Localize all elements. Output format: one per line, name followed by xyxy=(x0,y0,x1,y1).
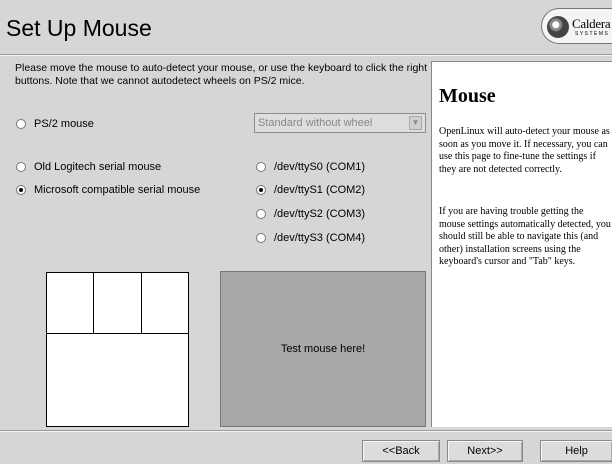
radio-microsoft-serial[interactable]: Microsoft compatible serial mouse xyxy=(16,184,200,196)
radio-button-icon[interactable] xyxy=(16,119,26,129)
radio-button-icon[interactable] xyxy=(256,209,266,219)
radio-label: Microsoft compatible serial mouse xyxy=(34,184,201,196)
radio-button-icon[interactable] xyxy=(16,162,26,172)
mouse-body xyxy=(47,334,188,426)
radio-button-icon[interactable] xyxy=(256,185,266,195)
radio-port-com3[interactable]: /dev/ttyS2 (COM3) xyxy=(256,208,365,220)
footer-divider xyxy=(0,430,612,432)
radio-label: /dev/ttyS3 (COM4) xyxy=(274,232,366,244)
instruction-text: Please move the mouse to auto-detect you… xyxy=(15,62,428,87)
header: Set Up Mouse Caldera SYSTEMS xyxy=(0,0,612,54)
help-title: Mouse xyxy=(439,85,496,107)
header-divider xyxy=(0,54,612,56)
radio-ps2-mouse[interactable]: PS/2 mouse xyxy=(16,118,94,130)
radio-port-com1[interactable]: /dev/ttyS0 (COM1) xyxy=(256,161,365,173)
logo-subtitle: SYSTEMS xyxy=(575,31,610,37)
help-paragraph-2: If you are having trouble getting the mo… xyxy=(439,206,611,267)
radio-label: /dev/ttyS0 (COM1) xyxy=(274,161,366,173)
help-button[interactable]: Help xyxy=(540,440,612,462)
radio-label: PS/2 mouse xyxy=(34,118,94,130)
radio-button-icon[interactable] xyxy=(256,162,266,172)
radio-port-com2[interactable]: /dev/ttyS1 (COM2) xyxy=(256,184,365,196)
radio-logitech-serial[interactable]: Old Logitech serial mouse xyxy=(16,161,161,173)
mouse-diagram xyxy=(46,272,189,427)
chevron-down-icon[interactable]: ▼ xyxy=(409,116,422,130)
radio-label: /dev/ttyS1 (COM2) xyxy=(274,184,366,196)
mouse-middle-button xyxy=(94,273,142,334)
caldera-logo: Caldera SYSTEMS xyxy=(541,8,612,44)
radio-label: Old Logitech serial mouse xyxy=(34,161,162,173)
help-paragraph-1: OpenLinux will auto-detect your mouse as… xyxy=(439,126,610,175)
radio-port-com4[interactable]: /dev/ttyS3 (COM4) xyxy=(256,232,365,244)
mouse-left-button xyxy=(47,273,94,334)
help-panel: Mouse OpenLinux will auto-detect your mo… xyxy=(431,61,612,427)
page-title: Set Up Mouse xyxy=(6,15,152,41)
radio-label: /dev/ttyS2 (COM3) xyxy=(274,208,366,220)
logo-name: Caldera xyxy=(572,16,611,31)
test-area-label: Test mouse here! xyxy=(280,343,366,355)
back-button[interactable]: <<Back xyxy=(362,440,440,462)
wheel-type-select[interactable]: Standard without wheel ▼ xyxy=(254,113,426,133)
radio-button-icon[interactable] xyxy=(256,233,266,243)
mouse-right-button xyxy=(142,273,188,334)
caldera-logo-icon xyxy=(547,16,569,38)
select-value: Standard without wheel xyxy=(258,117,373,129)
mouse-test-area[interactable]: Test mouse here! xyxy=(220,271,426,427)
next-button[interactable]: Next>> xyxy=(447,440,523,462)
radio-button-icon[interactable] xyxy=(16,185,26,195)
